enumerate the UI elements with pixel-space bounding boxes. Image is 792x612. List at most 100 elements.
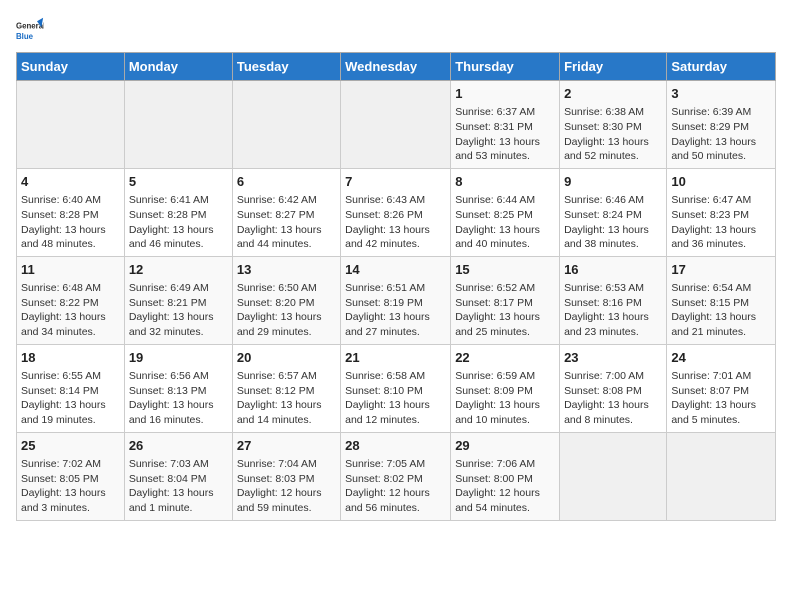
day-number: 26 (129, 437, 228, 455)
calendar-cell: 28 Sunrise: 7:05 AM Sunset: 8:02 PM Dayli… (341, 432, 451, 520)
day-header-tuesday: Tuesday (232, 53, 340, 81)
calendar-cell: 9 Sunrise: 6:46 AM Sunset: 8:24 PM Daylig… (560, 168, 667, 256)
day-header-wednesday: Wednesday (341, 53, 451, 81)
svg-text:Blue: Blue (16, 32, 34, 41)
day-number: 2 (564, 85, 662, 103)
calendar-cell: 25Sunrise: 7:02 AM Sunset: 8:05 PM Dayli… (17, 432, 125, 520)
day-number: 17 (671, 261, 771, 279)
day-info: Sunrise: 6:46 AM Sunset: 8:24 PM Dayligh… (564, 193, 662, 252)
calendar-cell (341, 81, 451, 169)
day-number: 8 (455, 173, 555, 191)
day-info: Sunrise: 6:48 AM Sunset: 8:22 PM Dayligh… (21, 281, 120, 340)
day-number: 6 (237, 173, 336, 191)
day-number: 5 (129, 173, 228, 191)
day-number: 28 (345, 437, 446, 455)
day-info: Sunrise: 6:50 AM Sunset: 8:20 PM Dayligh… (237, 281, 336, 340)
day-info: Sunrise: 6:49 AM Sunset: 8:21 PM Dayligh… (129, 281, 228, 340)
calendar-cell: 7 Sunrise: 6:43 AM Sunset: 8:26 PM Daylig… (341, 168, 451, 256)
day-number: 15 (455, 261, 555, 279)
day-info: Sunrise: 6:54 AM Sunset: 8:15 PM Dayligh… (671, 281, 771, 340)
day-number: 12 (129, 261, 228, 279)
calendar-cell: 1 Sunrise: 6:37 AM Sunset: 8:31 PM Daylig… (451, 81, 560, 169)
day-info: Sunrise: 6:55 AM Sunset: 8:14 PM Dayligh… (21, 369, 120, 428)
day-info: Sunrise: 6:38 AM Sunset: 8:30 PM Dayligh… (564, 105, 662, 164)
calendar-cell: 15 Sunrise: 6:52 AM Sunset: 8:17 PM Dayli… (451, 256, 560, 344)
day-info: Sunrise: 7:06 AM Sunset: 8:00 PM Dayligh… (455, 457, 555, 516)
day-info: Sunrise: 6:37 AM Sunset: 8:31 PM Dayligh… (455, 105, 555, 164)
day-header-thursday: Thursday (451, 53, 560, 81)
day-header-saturday: Saturday (667, 53, 776, 81)
day-number: 24 (671, 349, 771, 367)
day-header-sunday: Sunday (17, 53, 125, 81)
day-number: 25 (21, 437, 120, 455)
day-info: Sunrise: 7:05 AM Sunset: 8:02 PM Dayligh… (345, 457, 446, 516)
calendar-cell (667, 432, 776, 520)
calendar-cell: 14Sunrise: 6:51 AM Sunset: 8:19 PM Dayli… (341, 256, 451, 344)
day-number: 14 (345, 261, 446, 279)
day-number: 13 (237, 261, 336, 279)
calendar-cell: 12 Sunrise: 6:49 AM Sunset: 8:21 PM Dayli… (124, 256, 232, 344)
calendar-cell: 11Sunrise: 6:48 AM Sunset: 8:22 PM Dayli… (17, 256, 125, 344)
day-header-monday: Monday (124, 53, 232, 81)
day-info: Sunrise: 6:41 AM Sunset: 8:28 PM Dayligh… (129, 193, 228, 252)
day-header-friday: Friday (560, 53, 667, 81)
day-info: Sunrise: 6:57 AM Sunset: 8:12 PM Dayligh… (237, 369, 336, 428)
calendar-cell: 4Sunrise: 6:40 AM Sunset: 8:28 PM Daylig… (17, 168, 125, 256)
day-number: 27 (237, 437, 336, 455)
day-info: Sunrise: 7:00 AM Sunset: 8:08 PM Dayligh… (564, 369, 662, 428)
day-info: Sunrise: 6:59 AM Sunset: 8:09 PM Dayligh… (455, 369, 555, 428)
day-number: 18 (21, 349, 120, 367)
calendar-cell: 13 Sunrise: 6:50 AM Sunset: 8:20 PM Dayli… (232, 256, 340, 344)
day-number: 23 (564, 349, 662, 367)
day-number: 19 (129, 349, 228, 367)
calendar-header-row: SundayMondayTuesdayWednesdayThursdayFrid… (17, 53, 776, 81)
calendar-cell: 18 Sunrise: 6:55 AM Sunset: 8:14 PM Dayli… (17, 344, 125, 432)
calendar-cell: 17 Sunrise: 6:54 AM Sunset: 8:15 PM Dayli… (667, 256, 776, 344)
calendar-cell: 22 Sunrise: 6:59 AM Sunset: 8:09 PM Dayli… (451, 344, 560, 432)
day-info: Sunrise: 6:53 AM Sunset: 8:16 PM Dayligh… (564, 281, 662, 340)
calendar-cell: 23 Sunrise: 7:00 AM Sunset: 8:08 PM Dayli… (560, 344, 667, 432)
day-number: 9 (564, 173, 662, 191)
day-number: 7 (345, 173, 446, 191)
calendar-cell: 8 Sunrise: 6:44 AM Sunset: 8:25 PM Daylig… (451, 168, 560, 256)
logo: GeneralBlue (16, 16, 44, 44)
calendar-cell (232, 81, 340, 169)
day-info: Sunrise: 6:52 AM Sunset: 8:17 PM Dayligh… (455, 281, 555, 340)
day-info: Sunrise: 6:44 AM Sunset: 8:25 PM Dayligh… (455, 193, 555, 252)
calendar-cell: 19Sunrise: 6:56 AM Sunset: 8:13 PM Dayli… (124, 344, 232, 432)
calendar-cell: 21 Sunrise: 6:58 AM Sunset: 8:10 PM Dayli… (341, 344, 451, 432)
calendar-cell: 5 Sunrise: 6:41 AM Sunset: 8:28 PM Daylig… (124, 168, 232, 256)
week-row-4: 18 Sunrise: 6:55 AM Sunset: 8:14 PM Dayli… (17, 344, 776, 432)
calendar-cell (17, 81, 125, 169)
day-number: 10 (671, 173, 771, 191)
logo-icon: GeneralBlue (16, 16, 44, 44)
day-info: Sunrise: 7:03 AM Sunset: 8:04 PM Dayligh… (129, 457, 228, 516)
day-number: 1 (455, 85, 555, 103)
day-info: Sunrise: 7:01 AM Sunset: 8:07 PM Dayligh… (671, 369, 771, 428)
day-number: 21 (345, 349, 446, 367)
calendar-cell: 24 Sunrise: 7:01 AM Sunset: 8:07 PM Dayli… (667, 344, 776, 432)
day-info: Sunrise: 6:43 AM Sunset: 8:26 PM Dayligh… (345, 193, 446, 252)
calendar-cell (124, 81, 232, 169)
calendar-table: SundayMondayTuesdayWednesdayThursdayFrid… (16, 52, 776, 521)
day-number: 29 (455, 437, 555, 455)
calendar-cell: 27Sunrise: 7:04 AM Sunset: 8:03 PM Dayli… (232, 432, 340, 520)
day-number: 16 (564, 261, 662, 279)
calendar-cell: 10 Sunrise: 6:47 AM Sunset: 8:23 PM Dayli… (667, 168, 776, 256)
calendar-cell: 3 Sunrise: 6:39 AM Sunset: 8:29 PM Daylig… (667, 81, 776, 169)
calendar-cell: 26 Sunrise: 7:03 AM Sunset: 8:04 PM Dayli… (124, 432, 232, 520)
day-number: 4 (21, 173, 120, 191)
day-info: Sunrise: 6:42 AM Sunset: 8:27 PM Dayligh… (237, 193, 336, 252)
day-number: 20 (237, 349, 336, 367)
day-number: 22 (455, 349, 555, 367)
day-number: 3 (671, 85, 771, 103)
page-header: GeneralBlue (16, 16, 776, 44)
day-info: Sunrise: 6:58 AM Sunset: 8:10 PM Dayligh… (345, 369, 446, 428)
calendar-cell: 16 Sunrise: 6:53 AM Sunset: 8:16 PM Dayli… (560, 256, 667, 344)
day-info: Sunrise: 6:39 AM Sunset: 8:29 PM Dayligh… (671, 105, 771, 164)
day-info: Sunrise: 6:47 AM Sunset: 8:23 PM Dayligh… (671, 193, 771, 252)
week-row-1: 1 Sunrise: 6:37 AM Sunset: 8:31 PM Daylig… (17, 81, 776, 169)
week-row-2: 4Sunrise: 6:40 AM Sunset: 8:28 PM Daylig… (17, 168, 776, 256)
calendar-cell: 6 Sunrise: 6:42 AM Sunset: 8:27 PM Daylig… (232, 168, 340, 256)
calendar-cell: 2 Sunrise: 6:38 AM Sunset: 8:30 PM Daylig… (560, 81, 667, 169)
